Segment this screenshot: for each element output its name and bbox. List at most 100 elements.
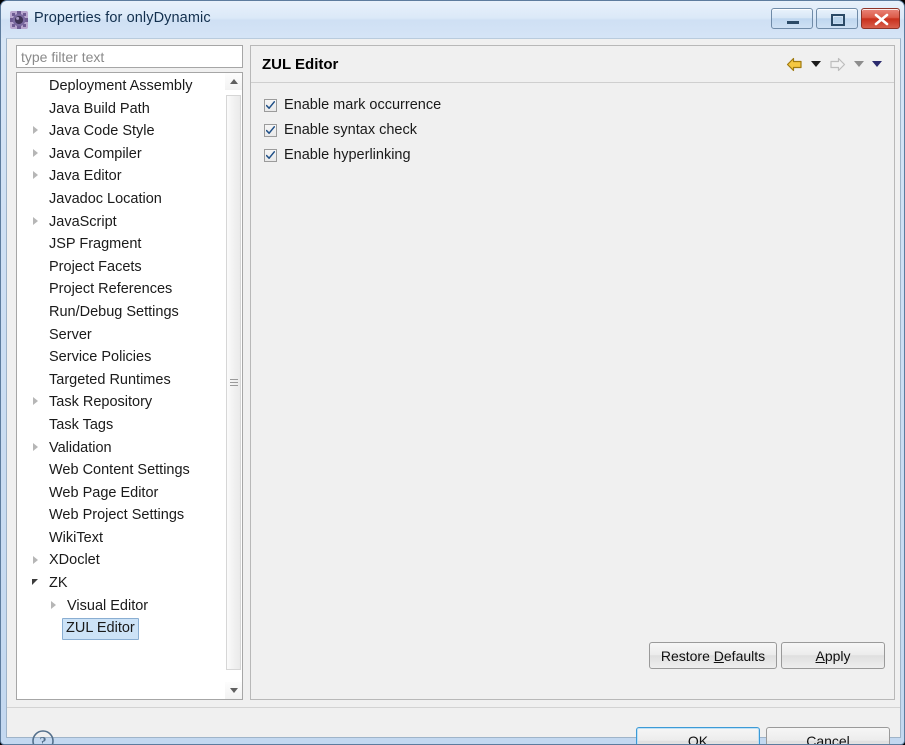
- tree-item-visual-editor[interactable]: Visual Editor: [17, 595, 225, 618]
- scroll-up-arrow-icon[interactable]: [225, 73, 242, 90]
- checkbox-row-enable-mark-occurrence[interactable]: Enable mark occurrence: [264, 95, 441, 115]
- tree-expand-caret-icon[interactable]: [27, 143, 43, 166]
- navigation-toolbar: [783, 54, 884, 74]
- zul-editor-preference-pane: ZUL Editor Enable mark occurrence Enable…: [250, 45, 895, 700]
- tree-expand-caret-icon[interactable]: [27, 120, 43, 143]
- title-bar: Properties for onlyDynamic: [1, 1, 904, 38]
- tree-item-service-policies[interactable]: Service Policies: [17, 346, 225, 369]
- tree-item-label: Project References: [49, 281, 173, 298]
- properties-dialog-window: Properties for onlyDynamic type filter t…: [0, 0, 905, 745]
- tree-item-project-references[interactable]: Project References: [17, 278, 225, 301]
- checkbox-checked-icon[interactable]: [264, 148, 277, 162]
- minimize-button[interactable]: [771, 8, 813, 29]
- checkbox-row-enable-hyperlinking[interactable]: Enable hyperlinking: [264, 145, 411, 165]
- close-button[interactable]: [861, 8, 900, 29]
- tree-item-label: ZUL Editor: [62, 618, 139, 641]
- tree-item-label: Task Repository: [49, 394, 153, 411]
- tree-item-label: Web Page Editor: [49, 484, 159, 501]
- tree-collapse-caret-icon[interactable]: [27, 572, 43, 595]
- tree-item-label: Java Code Style: [49, 123, 155, 140]
- tree-item-java-build-path[interactable]: Java Build Path: [17, 98, 225, 121]
- tree-item-label: Run/Debug Settings: [49, 303, 179, 320]
- tree-item-javascript[interactable]: JavaScript: [17, 211, 225, 234]
- window-title: Properties for onlyDynamic: [34, 10, 211, 26]
- preferences-tree[interactable]: Deployment Assembly Java Build Path Java C…: [16, 72, 243, 700]
- checkbox-label: Enable hyperlinking: [284, 147, 411, 163]
- tree-item-label: Task Tags: [49, 416, 114, 433]
- scroll-down-arrow-icon[interactable]: [225, 682, 242, 699]
- tree-item-web-content-settings[interactable]: Web Content Settings: [17, 459, 225, 482]
- tree-item-java-compiler[interactable]: Java Compiler: [17, 143, 225, 166]
- scrollbar-thumb[interactable]: [226, 95, 241, 670]
- tree-item-validation[interactable]: Validation: [17, 437, 225, 460]
- tree-item-zk[interactable]: ZK: [17, 572, 225, 595]
- cancel-button[interactable]: Cancel: [766, 727, 890, 744]
- tree-scrollbar[interactable]: [224, 73, 242, 699]
- dialog-client-area: Deployment Assembly Java Build Path Java C…: [6, 38, 901, 744]
- pane-separator: [251, 82, 894, 83]
- tree-item-label: Project Facets: [49, 258, 142, 275]
- forward-arrow-icon: [826, 54, 848, 74]
- tree-item-project-facets[interactable]: Project Facets: [17, 256, 225, 279]
- tree-item-label: WikiText: [49, 529, 103, 546]
- tree-item-web-project-settings[interactable]: Web Project Settings: [17, 504, 225, 527]
- tree-expand-caret-icon[interactable]: [27, 391, 43, 414]
- tree-expand-caret-icon[interactable]: [27, 549, 43, 572]
- tree-item-web-page-editor[interactable]: Web Page Editor: [17, 482, 225, 505]
- tree-item-list: Deployment Assembly Java Build Path Java C…: [17, 75, 225, 641]
- tree-item-label: JSP Fragment: [49, 236, 142, 253]
- checkbox-label: Enable syntax check: [284, 122, 417, 138]
- tree-item-label: Service Policies: [49, 349, 152, 366]
- restore-defaults-mnemonic: D: [713, 647, 724, 664]
- forward-dropdown-chevron-down-icon: [851, 54, 866, 74]
- checkbox-checked-icon[interactable]: [264, 123, 277, 137]
- tree-item-task-repository[interactable]: Task Repository: [17, 391, 225, 414]
- tree-item-wikitext[interactable]: WikiText: [17, 527, 225, 550]
- maximize-button[interactable]: [816, 8, 858, 29]
- restore-defaults-button[interactable]: Restore Defaults: [649, 642, 777, 669]
- tree-item-label: Server: [49, 326, 92, 343]
- tree-item-label: Java Build Path: [49, 100, 150, 117]
- tree-expand-caret-icon[interactable]: [45, 595, 61, 618]
- tree-item-label: Java Editor: [49, 168, 122, 185]
- help-question-icon[interactable]: ?: [31, 729, 55, 744]
- tree-item-java-code-style[interactable]: Java Code Style: [17, 120, 225, 143]
- tree-item-label: ZK: [49, 575, 68, 592]
- filter-input[interactable]: [16, 45, 243, 68]
- tree-item-label: Java Compiler: [49, 145, 142, 162]
- tree-item-label: Web Content Settings: [49, 462, 190, 479]
- tree-item-xdoclet[interactable]: XDoclet: [17, 549, 225, 572]
- tree-item-label: Validation: [49, 439, 112, 456]
- tree-item-label: Deployment Assembly: [49, 78, 193, 94]
- checkbox-label: Enable mark occurrence: [284, 97, 442, 113]
- back-dropdown-chevron-down-icon[interactable]: [808, 54, 823, 74]
- scrollbar-grip: [230, 379, 238, 387]
- tree-item-javadoc-location[interactable]: Javadoc Location: [17, 188, 225, 211]
- tree-item-jsp-fragment[interactable]: JSP Fragment: [17, 233, 225, 256]
- tree-expand-caret-icon[interactable]: [27, 165, 43, 188]
- ok-button[interactable]: OK: [636, 727, 760, 744]
- tree-item-label: XDoclet: [49, 552, 100, 569]
- page-title: ZUL Editor: [262, 56, 339, 73]
- checkbox-row-enable-syntax-check[interactable]: Enable syntax check: [264, 120, 417, 140]
- tree-item-targeted-runtimes[interactable]: Targeted Runtimes: [17, 369, 225, 392]
- footer-separator: [7, 707, 900, 708]
- apply-button[interactable]: Apply: [781, 642, 885, 669]
- properties-gear-icon: [10, 11, 28, 29]
- apply-label: Apply: [815, 647, 851, 664]
- tree-item-deployment-assembly[interactable]: Deployment Assembly: [17, 75, 225, 98]
- apply-mnemonic: A: [815, 647, 825, 664]
- tree-expand-caret-icon[interactable]: [27, 211, 43, 234]
- tree-item-label: Javadoc Location: [49, 190, 162, 207]
- restore-defaults-label: Restore Defaults: [660, 647, 766, 664]
- tree-expand-caret-icon[interactable]: [27, 437, 43, 460]
- checkbox-checked-icon[interactable]: [264, 98, 277, 112]
- menu-dropdown-chevron-down-icon[interactable]: [869, 54, 884, 74]
- tree-item-label: Visual Editor: [67, 597, 149, 614]
- tree-item-java-editor[interactable]: Java Editor: [17, 165, 225, 188]
- tree-item-zul-editor[interactable]: ZUL Editor: [17, 617, 225, 641]
- tree-item-run-debug-settings[interactable]: Run/Debug Settings: [17, 301, 225, 324]
- back-arrow-icon[interactable]: [783, 54, 805, 74]
- tree-item-server[interactable]: Server: [17, 324, 225, 347]
- tree-item-task-tags[interactable]: Task Tags: [17, 414, 225, 437]
